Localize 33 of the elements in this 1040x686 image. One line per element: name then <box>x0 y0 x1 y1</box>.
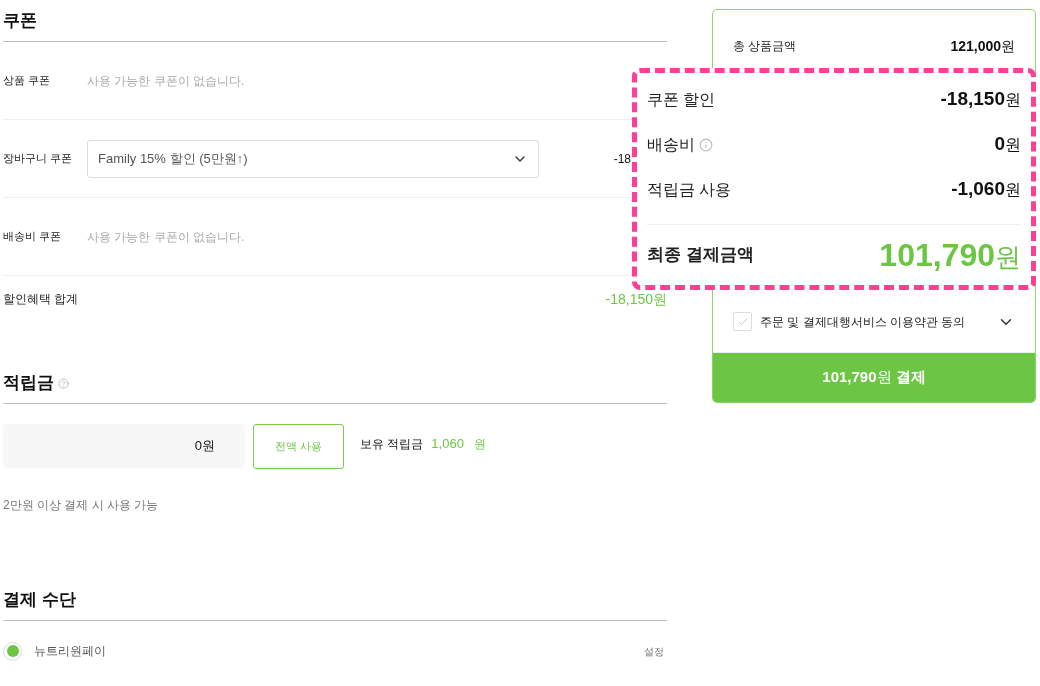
settings-link[interactable]: 설정 <box>644 643 664 659</box>
summary-value: -1,060원 <box>951 177 1021 202</box>
help-icon[interactable] <box>58 378 69 389</box>
summary-value: 0원 <box>994 132 1021 157</box>
balance-amount: 1,060 <box>431 435 464 454</box>
empty-note: 사용 가능한 쿠폰이 없습니다. <box>87 72 245 90</box>
balance-label: 보유 적립금 <box>360 436 424 453</box>
section-title: 결제 수단 <box>3 591 76 608</box>
summary-label: 쿠폰 할인 <box>647 89 716 110</box>
points-input[interactable]: 0원 <box>3 424 245 468</box>
section-title: 적립금 <box>3 374 54 391</box>
empty-note: 사용 가능한 쿠폰이 없습니다. <box>87 228 245 246</box>
summary-value: -18,150원 <box>940 87 1021 112</box>
coupon-select[interactable]: Family 15% 할인 (5만원↑) <box>87 139 539 178</box>
row-label: 배송비 쿠폰 <box>3 229 63 245</box>
agreement-label: 주문 및 결제대행서비스 이용약관 동의 <box>760 313 966 331</box>
final-amount: 101,790원 <box>879 236 1021 275</box>
final-label: 최종 결제금액 <box>647 244 754 267</box>
row-label: 장바구니 쿠폰 <box>3 151 74 167</box>
balance-unit: 원 <box>473 436 486 453</box>
total-price: 121,000원 <box>950 36 1015 56</box>
total-discount: -18,150원 <box>605 289 667 309</box>
total-price-label: 총 상품금액 <box>733 38 797 55</box>
total-label: 할인혜택 합계 <box>3 291 79 308</box>
summary-label: 적립금 사용 <box>647 179 732 200</box>
payment-method-label: 뉴트리원페이 <box>34 643 106 660</box>
points-note: 2만원 이상 결제 시 사용 가능 <box>3 497 160 514</box>
row-label: 상품 쿠폰 <box>3 73 52 89</box>
section-title: 쿠폰 <box>3 12 37 29</box>
summary-label: 배송비 <box>647 134 695 155</box>
discount-amount: -18 <box>613 150 631 168</box>
agreement-checkbox[interactable] <box>733 312 752 331</box>
info-icon[interactable] <box>699 137 713 152</box>
